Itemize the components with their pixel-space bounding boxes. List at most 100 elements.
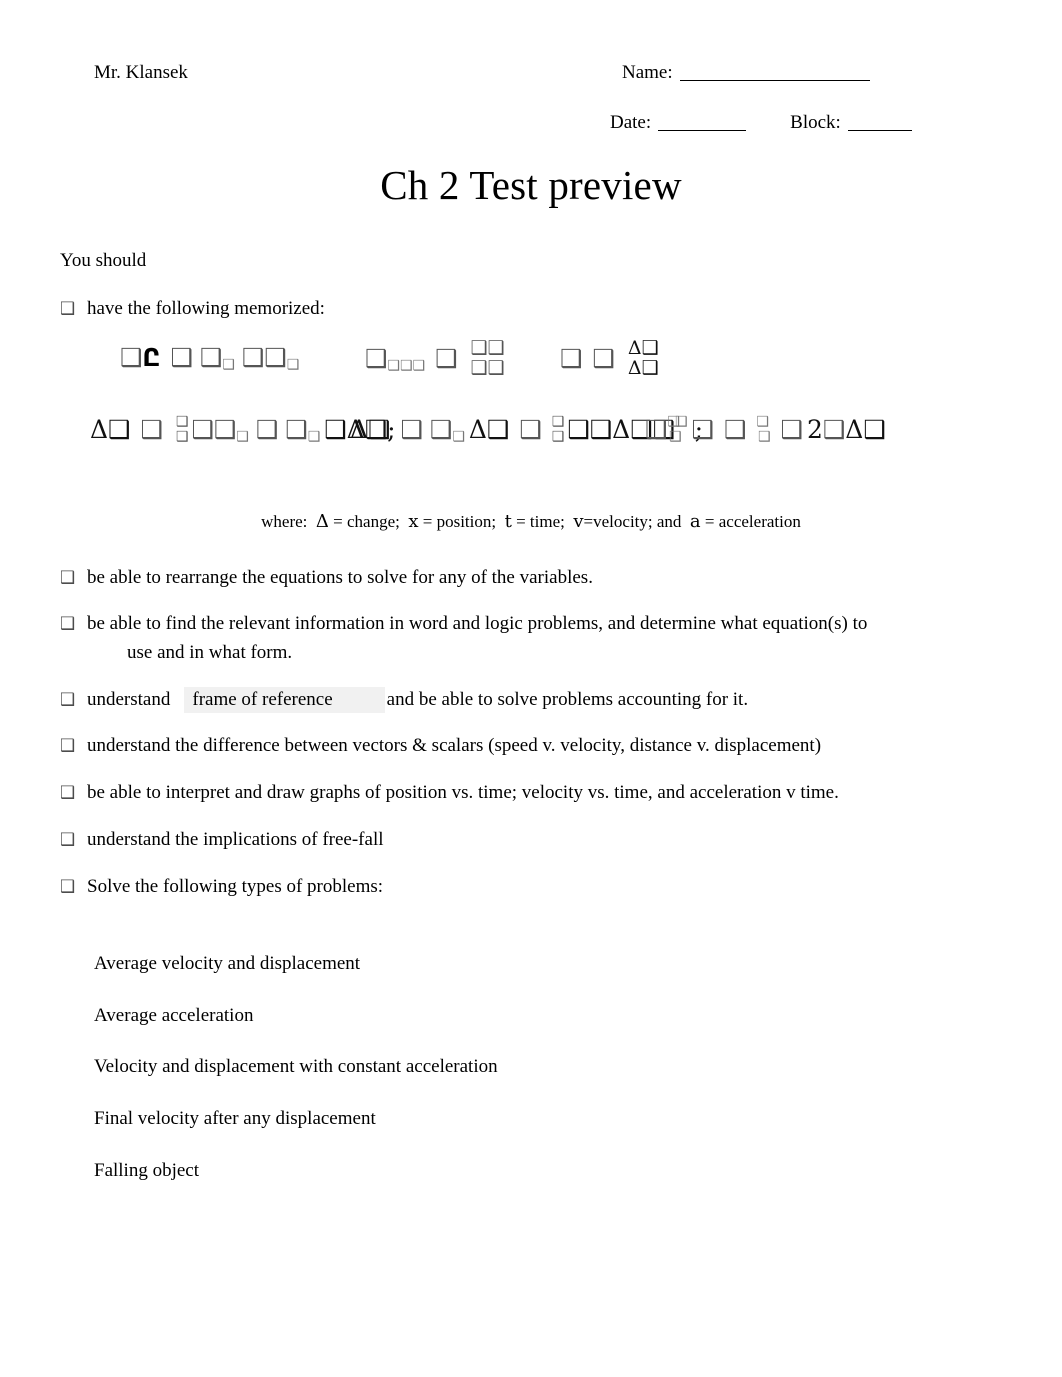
eq-token: ❑ (199, 343, 223, 372)
eq-token: ❑ (519, 415, 542, 445)
list-item: Average acceleration (94, 1004, 254, 1026)
list-item-label: understand the implications of free-fall (87, 828, 384, 850)
date-label: Date: (610, 112, 652, 133)
list-item-label: be able to rearrange the equations to so… (87, 566, 593, 588)
symbol-t: t (504, 511, 512, 532)
fraction: ❑❑ ❑❑ (468, 337, 508, 379)
definition-a: = acceleration (704, 512, 801, 531)
list-item-label-after: and be able to solve problems accounting… (386, 688, 749, 710)
problem-types-list: Average velocity and displacement Averag… (94, 952, 854, 1210)
list-item: Final velocity after any displacement (94, 1108, 376, 1130)
equation-avg-acceleration: ❑ ❑❑❑ ❑ ❑❑ ❑❑ (365, 337, 508, 379)
list-item: ❑ understand frame of reference and be abl… (60, 686, 940, 713)
eq-token-bold: Ը (142, 343, 161, 372)
list-item: Velocity and displacement with constant … (94, 1056, 498, 1078)
list-item-label: have the following memorized: (87, 298, 325, 319)
equation-row-2: Δ❑ ❑ ❑ ❑ ❑❑ ❑ ❑ ❑ ❑ ❑Δ❑; Δ❑ ❑ ❑ ❑ Δ❑ ❑ ❑ ❑ ❑❑Δ❑❑ ❑; … (60, 411, 940, 477)
page-title: Ch 2 Test preview (380, 162, 682, 208)
name-blank-rule[interactable] (679, 80, 870, 81)
eq-token-sub: ❑ (452, 428, 465, 445)
eq-token-sub: ❑ (236, 428, 249, 445)
list-item: ❑ Solve the following types of problems: (60, 875, 940, 900)
definition-v: =velocity; and (583, 512, 682, 531)
eq-token: Δ❑ (350, 415, 391, 445)
bullet-marker-icon: ❑ (60, 689, 76, 710)
bullet-marker-icon: ❑ (60, 299, 76, 319)
eq-equals: ❑ (400, 415, 423, 445)
eq-token: ❑ (560, 344, 583, 374)
date-block-line: Date: Block: (610, 112, 912, 135)
eq-equals: ❑ (691, 415, 714, 444)
list-item: Falling object (94, 1159, 200, 1181)
list-item-continuation: use and in what form. (127, 642, 293, 664)
eq-token: ❑ (285, 415, 308, 445)
eq-token-sub: ❑ (668, 428, 682, 445)
definition-t: = time; (516, 512, 565, 531)
fraction-numerator: ❑ (551, 414, 565, 430)
teacher-name: Mr. Klansek (94, 62, 188, 83)
variable-definitions: where: Δ = change; x = position; t = tim… (0, 510, 1062, 533)
bullet-marker-icon: ❑ (60, 614, 76, 635)
date-blank-rule[interactable] (658, 130, 747, 131)
eq-token: ❑ (264, 343, 287, 372)
bullet-marker-icon: ❑ (60, 829, 76, 850)
bullet-marker-icon: ❑ (60, 876, 76, 897)
eq-token-sub: ❑ (286, 356, 300, 373)
document-page: Mr. Klansek Name: Date: Block: Ch 2 Test … (0, 0, 1062, 1377)
fraction: Δ❑ Δ❑ (625, 337, 662, 379)
eq-token: ❑ (170, 343, 193, 372)
bullet-marker-icon: ❑ (60, 567, 76, 588)
eq-token: ❑ (365, 344, 388, 374)
bullet-marker-icon: ❑ (60, 783, 76, 804)
equation-block: ❑Ը❑❑❑❑❑❑ ❑❑❑❑❑ ❑❑ ❑❑ ❑❑ Δ❑ Δ❑ (60, 335, 940, 477)
fraction-denominator: ❑ (175, 428, 189, 445)
list-item: ❑ be able to rearrange the equations to … (60, 566, 940, 591)
eq-equals: ❑ (140, 415, 163, 445)
eq-equals: ❑ (592, 344, 615, 374)
equation-delta-ratio: ❑ ❑ Δ❑ Δ❑ (560, 337, 662, 379)
eq-equals: ❑ (435, 344, 458, 374)
eq-token-sub: ❑❑❑ (387, 357, 426, 374)
list-item: ❑ be able to interpret and draw graphs o… (60, 781, 940, 806)
eq-token: ❑ (255, 415, 279, 445)
eq-coefficient: 2 (806, 415, 823, 444)
eq-token: Δ❑ (90, 415, 131, 445)
symbol-x: x (408, 511, 419, 532)
eq-token: ❑❑ (191, 415, 237, 445)
intro-text: You should (60, 250, 147, 271)
eq-token: Δ❑ (468, 415, 510, 445)
eq-token: ❑ (241, 343, 265, 372)
eq-token-sub: ❑ (757, 428, 771, 445)
name-field-line: Name: (622, 62, 870, 85)
name-label: Name: (622, 62, 673, 83)
eq-token-sub: ❑ (222, 356, 235, 373)
eq-token-sup: ❑ (756, 413, 769, 430)
fraction-numerator: ❑❑ (470, 337, 505, 359)
list-item: ❑ understand the implications of free-fa… (60, 828, 940, 853)
block-label: Block: (790, 112, 841, 133)
symbol-a: a (689, 511, 701, 532)
equation-row-1: ❑ Ը ❑ ❑ ❑ ❑ ❑ ❑ ❑ ❑❑❑ ❑ ❑❑ ❑❑ ❑ ❑ Δ❑ Δ❑ (60, 335, 940, 397)
eq-token: ❑ (822, 415, 846, 444)
eq-token: ❑ (120, 343, 143, 372)
fraction-one-half: ❑ ❑ (173, 415, 192, 444)
list-item: Average velocity and displacement (94, 953, 361, 974)
equation-avg-velocity: ❑ Ը ❑ ❑ ❑ ❑ ❑ ❑ (120, 343, 300, 373)
list-item-label: be able to find the relevant information… (87, 613, 868, 635)
fraction-denominator: ❑ (551, 428, 565, 445)
list-item: ❑ be able to find the relevant informati… (60, 612, 940, 665)
equation-final-velocity: ❑ ❑ ❑ ❑ ❑ ❑ ❑ ❑ 2 ❑ Δ❑ (645, 413, 886, 445)
list-item-label: be able to interpret and draw graphs of … (87, 782, 839, 804)
block-blank-rule[interactable] (847, 130, 912, 131)
list-item-label: understand (87, 688, 171, 710)
list-item: ❑ understand the difference between vect… (60, 734, 940, 759)
eq-token: ❑ (429, 415, 453, 445)
eq-operator: ❑ (780, 415, 803, 444)
symbol-v: v (573, 511, 584, 532)
list-item-label: Solve the following types of problems: (87, 875, 384, 897)
list-item-label: understand the difference between vector… (87, 735, 822, 757)
fraction-one-half: ❑ ❑ (549, 415, 568, 444)
fraction-numerator: Δ❑ (627, 337, 659, 359)
highlighted-term: frame of reference (184, 686, 385, 713)
eq-token: ❑ (723, 415, 747, 444)
